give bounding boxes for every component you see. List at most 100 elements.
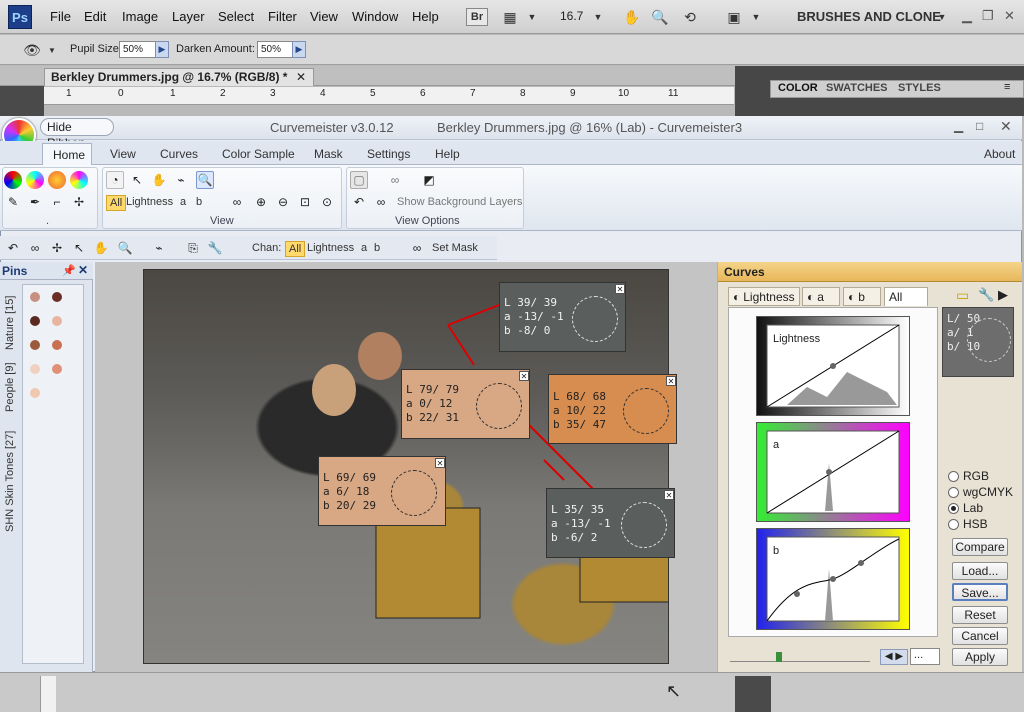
lab-icon[interactable] [48,171,66,189]
bridge-button[interactable]: Br [466,8,488,26]
menu-select[interactable]: Select [218,9,254,24]
hide-ribbon-button[interactable]: Hide Ribbon [40,118,114,150]
ps-restore-icon[interactable]: ❐ [982,8,994,24]
tool-preset-chevron-icon[interactable]: ▼ [42,41,62,59]
cmyk-icon[interactable] [26,171,44,189]
tab-help[interactable]: Help [435,147,460,161]
zoom-tool-icon[interactable]: 🔍 [650,8,670,26]
menu-help[interactable]: Help [412,9,439,24]
magnifier-icon[interactable]: 🔍 [196,171,214,189]
toolbar-undo-icon[interactable]: ↶ [4,239,22,257]
toolbar-chan-lightness-button[interactable]: Lightness [307,242,354,254]
menu-file[interactable]: File [50,9,71,24]
zoom-fit-icon[interactable]: ⊡ [296,193,314,211]
cancel-button[interactable]: Cancel [952,627,1008,645]
pen-alt-icon[interactable]: ✒ [26,193,44,211]
hand-tool-icon[interactable]: ✋ [622,8,642,26]
tab-styles[interactable]: STYLES [898,82,941,94]
tab-curves[interactable]: Curves [160,147,198,161]
rotate-view-icon[interactable]: ⟲ [680,8,700,26]
hand-icon[interactable]: ✋ [150,171,168,189]
compare-button[interactable]: Compare [952,538,1008,556]
toolbar-chan-all-button[interactable]: All [285,241,306,257]
curves-tab-all[interactable]: All [884,287,928,306]
sample-close-icon[interactable]: ✕ [664,490,674,500]
toolbar-pin-icon[interactable]: ✢ [48,239,66,257]
folder-icon[interactable]: ▭ [956,287,969,304]
cm-minimize-icon[interactable]: ▁ [954,119,963,133]
curves-tab-a[interactable]: ◐ a [802,287,840,306]
tab-home[interactable]: Home [42,143,92,166]
curves-tab-b[interactable]: ◐ b [843,287,881,306]
menu-edit[interactable]: Edit [84,9,106,24]
panel-menu-icon[interactable]: ≡ [1004,81,1010,93]
toolbar-setmask-icon[interactable]: ∞ [408,239,426,257]
toolbar-chan-a-button[interactable]: a [361,242,367,254]
radio-lab[interactable]: Lab [948,500,1013,516]
curves-zoom-slider[interactable] [730,650,870,662]
zoom-actual-icon[interactable]: ⊙ [318,193,336,211]
menu-view[interactable]: View [310,9,338,24]
mask-icon[interactable]: ∞ [228,193,246,211]
pins-tab-skin-tones[interactable]: SHN Skin Tones [27] [4,420,16,532]
screen-mode-icon[interactable]: ▦ [500,8,520,26]
tab-settings[interactable]: Settings [367,147,410,161]
pointer-icon[interactable]: ↖ [128,171,146,189]
curve-tool-icon[interactable]: ◔ [106,171,124,189]
zoom-chevron-down-icon[interactable]: ▼ [588,8,608,26]
pin-swatch[interactable] [30,340,40,350]
pin-swatch[interactable] [30,292,40,302]
sample-close-icon[interactable]: ✕ [666,376,676,386]
zoom-in-icon[interactable]: ⊕ [252,193,270,211]
reset-button[interactable]: Reset [952,606,1008,624]
red-eye-tool-icon[interactable]: 👁 [22,41,42,59]
rgb-icon[interactable] [4,171,22,189]
wrench-icon[interactable]: 🔧 [978,287,994,303]
hsb-icon[interactable] [70,171,88,189]
zoom-field-input[interactable]: ... [910,648,940,665]
lightness-graph[interactable]: Lightness [756,316,910,416]
pin-swatch[interactable] [52,340,62,350]
load-button[interactable]: Load... [952,562,1008,580]
graph-view-icon[interactable]: ◩ [420,171,438,189]
a-graph[interactable]: a [756,422,910,522]
toolbar-copy-icon[interactable]: ⎘ [184,239,202,257]
color-sample-3[interactable]: ✕ L 68/ 68 a 10/ 22 b 35/ 47 [548,374,677,444]
pin-swatch[interactable] [52,316,62,326]
color-sample-2[interactable]: ✕ L 79/ 79 a 0/ 12 b 22/ 31 [401,369,530,439]
slider-thumb[interactable] [776,652,782,662]
save-button[interactable]: Save... [952,583,1008,601]
pupil-size-arrow-icon[interactable]: ▶ [155,41,169,58]
toolbar-eyedropper-icon[interactable]: ⌁ [150,239,168,257]
set-mask-button[interactable]: Set Mask [432,242,478,254]
link-mask-icon[interactable]: ∞ [372,193,390,211]
curves-tab-lightness[interactable]: ◐ Lightness [728,287,800,306]
pins-tab-nature[interactable]: Nature [15] [4,290,16,350]
pin-swatch[interactable] [52,364,62,374]
ps-minimize-icon[interactable]: ▁ [962,8,972,24]
tab-swatches[interactable]: SWATCHES [826,82,888,94]
chevron-down-icon[interactable]: ▼ [522,8,542,26]
nav-arrows-icon[interactable]: ◀ ▶ [880,649,908,665]
color-sample-1[interactable]: ✕ L 39/ 39 a -13/ -1 b -8/ 0 [499,282,626,352]
cm-maximize-icon[interactable]: □ [976,119,983,133]
workspace-switcher[interactable]: BRUSHES AND CLONE [797,9,941,24]
sample-close-icon[interactable]: ✕ [615,284,625,294]
pin-swatch[interactable] [30,388,40,398]
color-sample-5[interactable]: ✕ L 35/ 35 a -13/ -1 b -6/ 2 [546,488,675,558]
zoom-level[interactable]: 16.7 [560,9,583,23]
radio-hsb[interactable]: HSB [948,516,1013,532]
doc-tab-close-icon[interactable]: ✕ [296,70,306,84]
pupil-size-input[interactable]: 50% [119,41,159,58]
menu-window[interactable]: Window [352,9,398,24]
about-link[interactable]: About [984,147,1015,161]
workspace-chevron-down-icon[interactable]: ▼ [932,8,952,26]
pins-pin-icon[interactable]: 📌 [62,264,76,277]
darken-amount-arrow-icon[interactable]: ▶ [292,41,306,58]
ribbon-chan-b-button[interactable]: b [196,196,202,208]
pen-icon[interactable]: ✎ [4,193,22,211]
pin-swatch[interactable] [30,316,40,326]
sample-close-icon[interactable]: ✕ [519,371,529,381]
arrange-chevron-down-icon[interactable]: ▼ [746,8,766,26]
pin-swatch[interactable] [30,364,40,374]
